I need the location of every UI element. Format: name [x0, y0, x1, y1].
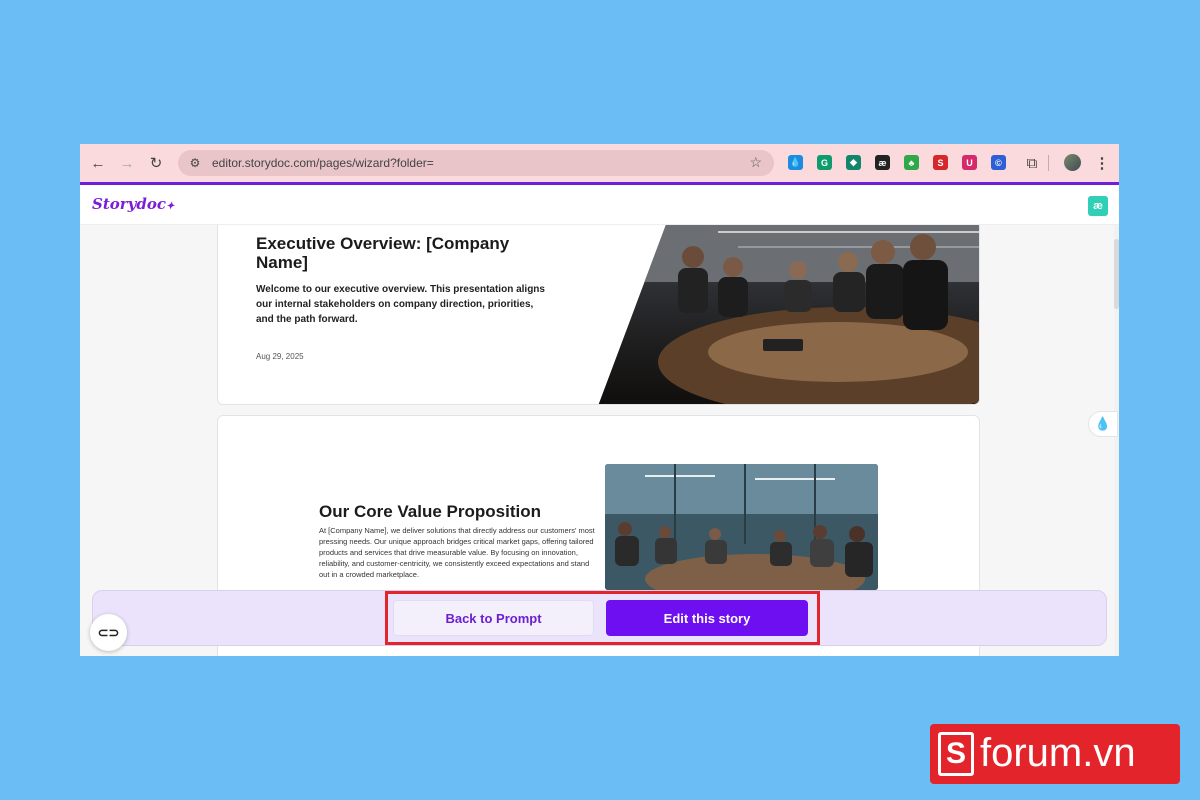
- site-settings-icon[interactable]: ⚙: [186, 154, 204, 172]
- bookmark-star-icon[interactable]: ☆: [749, 154, 762, 171]
- back-arrow-icon[interactable]: ←: [86, 151, 110, 175]
- slide-description: Welcome to our executive overview. This …: [256, 284, 545, 325]
- watermark-logo: S: [938, 732, 974, 776]
- browser-window: ← → ↻ ⚙ editor.storydoc.com/pages/wizard…: [80, 144, 1119, 656]
- drop-extension-icon[interactable]: 💧: [788, 155, 803, 170]
- copyright-extension-icon[interactable]: ©: [991, 155, 1006, 170]
- app-header: Storydoc✦ æ: [80, 185, 1119, 225]
- url-text: editor.storydoc.com/pages/wizard?folder=: [212, 156, 434, 170]
- browser-menu-icon[interactable]: ⋮: [1090, 151, 1114, 175]
- watermark-text: forum.vn: [980, 731, 1136, 775]
- ai-assist-drop-icon[interactable]: 💧: [1088, 411, 1118, 437]
- address-bar[interactable]: ⚙ editor.storydoc.com/pages/wizard?folde…: [178, 150, 774, 176]
- forward-arrow-icon[interactable]: →: [115, 151, 139, 175]
- meeting-photo: [598, 225, 979, 404]
- office-meeting-photo: [605, 464, 878, 590]
- sforum-watermark: S forum.vn: [930, 724, 1180, 784]
- profile-avatar[interactable]: [1064, 154, 1081, 171]
- shield-extension-icon[interactable]: U: [962, 155, 977, 170]
- toolbar-divider: [1048, 155, 1049, 171]
- slide-title: Executive Overview: [Company Name]: [256, 234, 510, 272]
- back-to-prompt-button[interactable]: Back to Prompt: [393, 600, 594, 636]
- slide-description: At [Company Name], we deliver solutions …: [319, 526, 595, 579]
- reload-icon[interactable]: ↻: [144, 151, 168, 175]
- scrollbar-thumb[interactable]: [1114, 239, 1119, 309]
- s-extension-icon[interactable]: S: [933, 155, 948, 170]
- edit-story-button[interactable]: Edit this story: [606, 600, 808, 636]
- link-icon[interactable]: ⊂⊃: [90, 614, 127, 651]
- storydoc-logo[interactable]: Storydoc✦: [92, 195, 174, 213]
- ae-badge-icon[interactable]: æ: [1088, 196, 1108, 216]
- ae-extension-icon[interactable]: æ: [875, 155, 890, 170]
- slide-executive-overview: Executive Overview: [Company Name] Welco…: [217, 225, 980, 405]
- extensions-puzzle-icon[interactable]: ⧉: [1020, 151, 1044, 175]
- grammarly-icon[interactable]: G: [817, 155, 832, 170]
- frog-extension-icon[interactable]: ♣: [904, 155, 919, 170]
- extension-green-icon[interactable]: ◆: [846, 155, 861, 170]
- browser-toolbar: ← → ↻ ⚙ editor.storydoc.com/pages/wizard…: [80, 144, 1119, 182]
- scrollbar[interactable]: [1114, 225, 1119, 656]
- slide-date: Aug 29, 2025: [256, 352, 304, 361]
- slide-title: Our Core Value Proposition: [319, 502, 541, 521]
